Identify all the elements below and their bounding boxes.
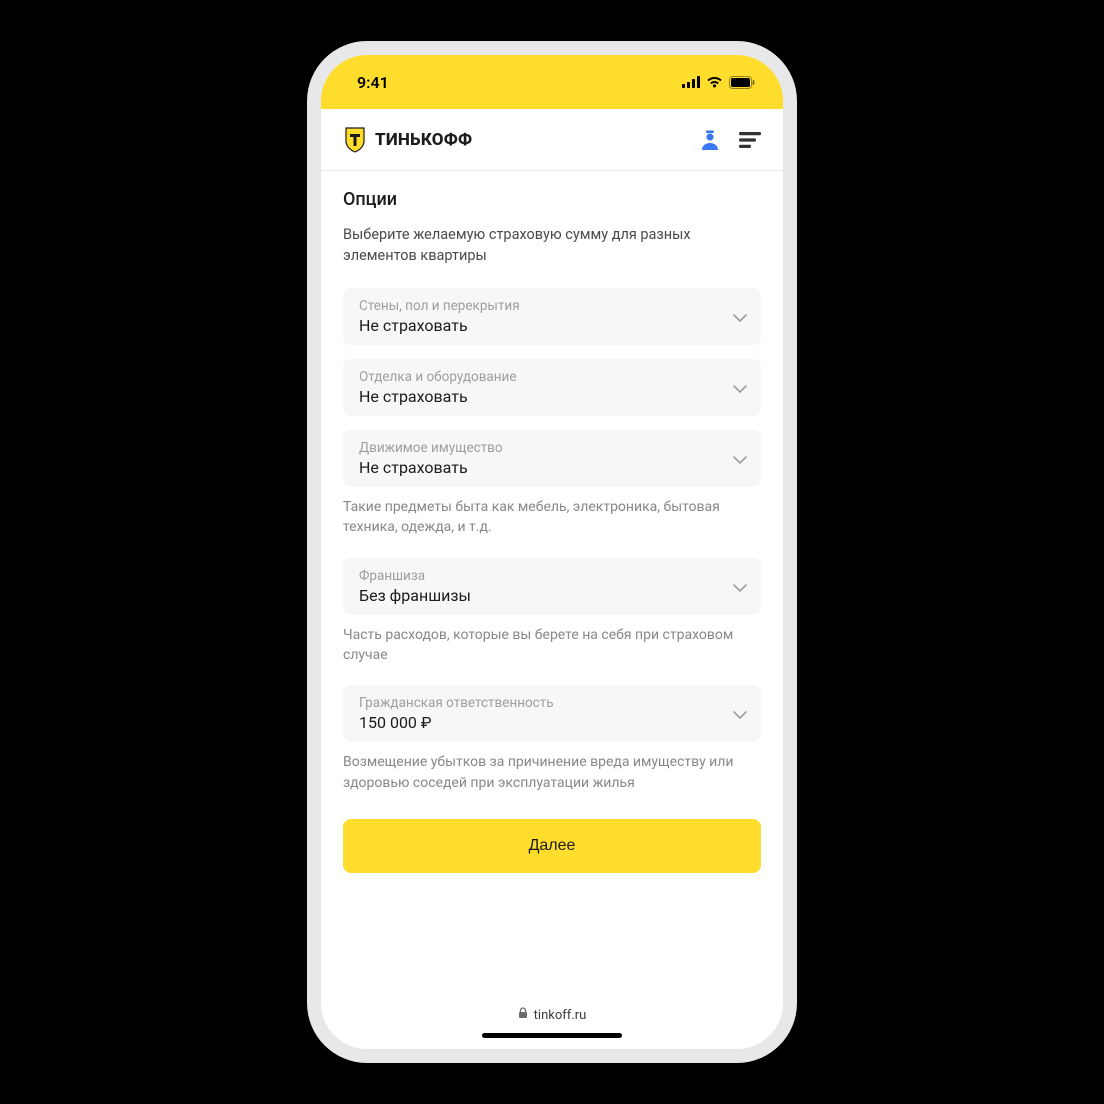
movable-help-text: Такие предметы быта как мебель, электрон… [343, 497, 761, 538]
select-franchise-label: Франшиза [359, 568, 471, 584]
brand-logo-icon [343, 126, 367, 154]
select-liability-label: Гражданская ответственность [359, 695, 554, 711]
menu-icon[interactable] [739, 132, 761, 148]
select-liability-value: 150 000 ₽ [359, 713, 554, 732]
battery-icon [729, 76, 755, 89]
chevron-down-icon [733, 704, 747, 723]
status-right [682, 76, 755, 89]
chevron-down-icon [733, 577, 747, 596]
select-franchise[interactable]: Франшиза Без франшизы [343, 558, 761, 615]
status-time: 9:41 [357, 73, 389, 92]
browser-bottom-bar: tinkoff.ru [321, 1003, 783, 1049]
page-title: Опции [343, 189, 761, 210]
select-movable-label: Движимое имущество [359, 440, 503, 456]
nav-right [699, 129, 761, 151]
cellular-signal-icon [682, 76, 700, 88]
lock-icon [518, 1007, 528, 1023]
select-finish[interactable]: Отделка и оборудование Не страховать [343, 359, 761, 416]
status-bar: 9:41 [321, 55, 783, 109]
user-icon[interactable] [699, 129, 721, 151]
chevron-down-icon [733, 307, 747, 326]
nav-bar: ТИНЬКОФФ [321, 109, 783, 171]
chevron-down-icon [733, 449, 747, 468]
home-indicator[interactable] [482, 1033, 622, 1038]
select-movable-value: Не страховать [359, 458, 503, 477]
brand-name: ТИНЬКОФФ [375, 130, 472, 150]
select-walls[interactable]: Стены, пол и перекрытия Не страховать [343, 288, 761, 345]
liability-help-text: Возмещение убытков за причинение вреда и… [343, 752, 761, 793]
chevron-down-icon [733, 378, 747, 397]
franchise-help-text: Часть расходов, которые вы берете на себ… [343, 625, 761, 666]
select-walls-label: Стены, пол и перекрытия [359, 298, 520, 314]
phone-screen: 9:41 ТИНЬКОФФ [321, 55, 783, 1049]
select-finish-label: Отделка и оборудование [359, 369, 517, 385]
select-franchise-value: Без франшизы [359, 586, 471, 605]
brand[interactable]: ТИНЬКОФФ [343, 126, 472, 154]
select-movable[interactable]: Движимое имущество Не страховать [343, 430, 761, 487]
select-walls-value: Не страховать [359, 316, 520, 335]
select-finish-value: Не страховать [359, 387, 517, 406]
browser-domain: tinkoff.ru [534, 1008, 587, 1023]
page-subtitle: Выберите желаемую страховую сумму для ра… [343, 224, 761, 266]
wifi-icon [706, 76, 723, 88]
url-row[interactable]: tinkoff.ru [518, 1007, 587, 1023]
next-button[interactable]: Далее [343, 819, 761, 873]
select-liability[interactable]: Гражданская ответственность 150 000 ₽ [343, 685, 761, 742]
phone-frame: 9:41 ТИНЬКОФФ [307, 41, 797, 1063]
content: Опции Выберите желаемую страховую сумму … [321, 171, 783, 1003]
